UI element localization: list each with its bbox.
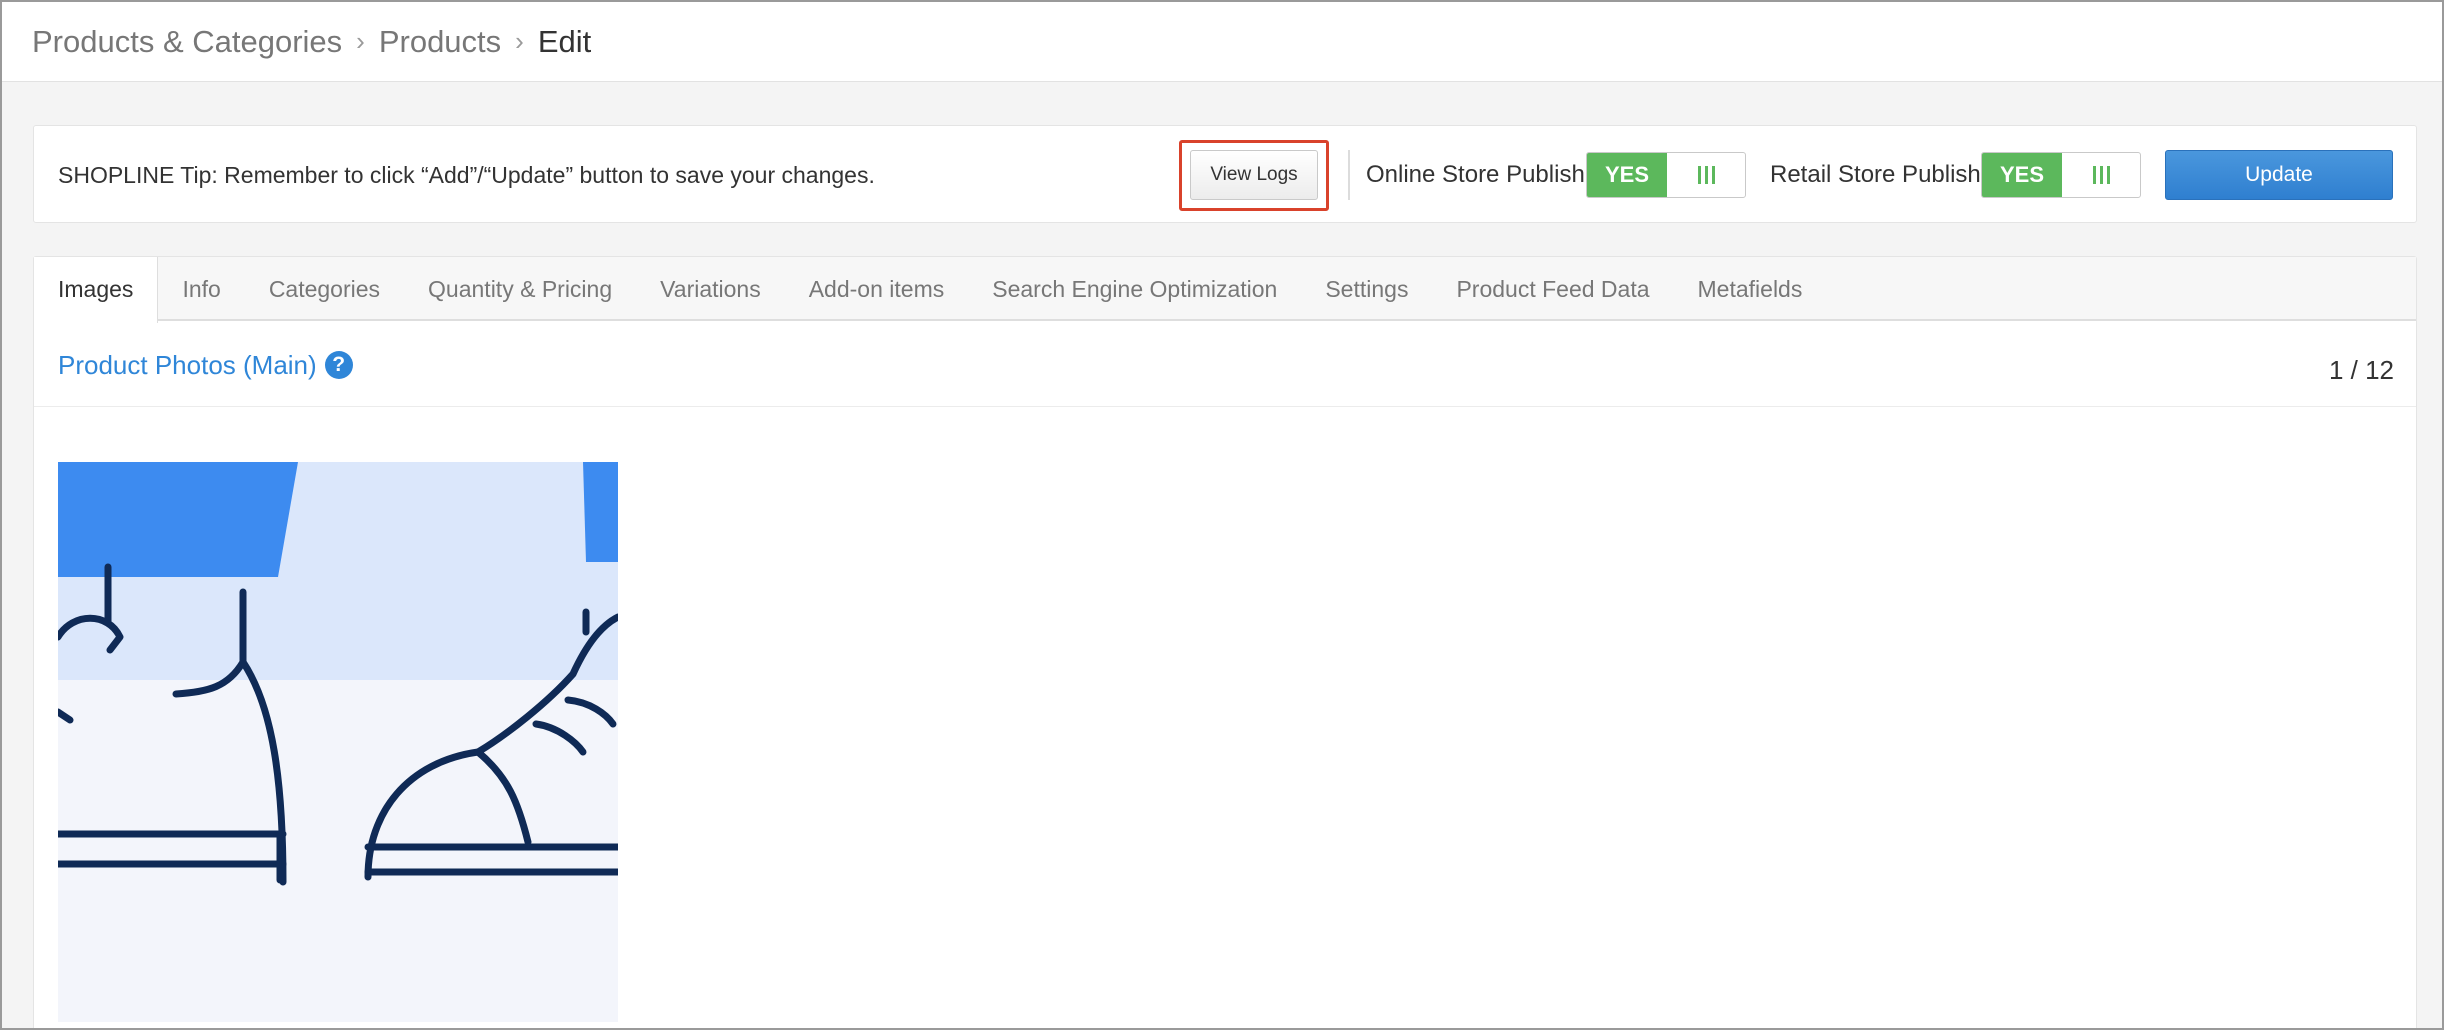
chevron-right-icon: › bbox=[515, 26, 524, 56]
breadcrumb-products[interactable]: Products bbox=[379, 24, 501, 60]
tab-images[interactable]: Images bbox=[34, 257, 159, 323]
grip-bars-icon bbox=[2062, 153, 2140, 197]
photo-count: 1 / 12 bbox=[2328, 355, 2394, 385]
app-window: Products & Categories › Products › Edit … bbox=[0, 0, 2444, 1030]
tab-metafields[interactable]: Metafields bbox=[1674, 257, 1827, 321]
breadcrumb-current: Edit bbox=[537, 23, 592, 59]
tab-bar: Images Info Categories Quantity & Pricin… bbox=[34, 257, 2416, 323]
product-photo[interactable] bbox=[58, 462, 618, 1022]
update-button[interactable]: Update bbox=[2165, 150, 2393, 200]
chevron-right-icon: › bbox=[356, 26, 365, 56]
product-edit-panel: Images Info Categories Quantity & Pricin… bbox=[33, 256, 2417, 1028]
question-circle-icon[interactable]: ? bbox=[324, 351, 353, 379]
tab-quantity-pricing[interactable]: Quantity & Pricing bbox=[404, 257, 636, 321]
grip-bars-icon bbox=[1667, 153, 1745, 197]
tab-product-feed-data[interactable]: Product Feed Data bbox=[1432, 257, 1673, 321]
tab-categories[interactable]: Categories bbox=[245, 257, 404, 321]
retail-store-publish-label: Retail Store Publish bbox=[1770, 161, 1981, 188]
online-store-publish-label: Online Store Publish bbox=[1366, 161, 1585, 188]
breadcrumb: Products & Categories › Products › Edit bbox=[2, 2, 2442, 82]
tab-seo[interactable]: Search Engine Optimization bbox=[968, 257, 1301, 321]
tab-add-on-items[interactable]: Add-on items bbox=[785, 257, 969, 321]
view-logs-button[interactable]: View Logs bbox=[1190, 150, 1318, 200]
section-title: Product Photos (Main) ? bbox=[58, 323, 353, 407]
online-store-publish-toggle[interactable]: YES bbox=[1586, 152, 1746, 198]
retail-store-publish-toggle[interactable]: YES bbox=[1981, 152, 2141, 198]
section-title-text: Product Photos (Main) bbox=[58, 350, 317, 380]
tip-text: SHOPLINE Tip: Remember to click “Add”/“U… bbox=[58, 162, 875, 188]
toggle-yes-state: YES bbox=[1982, 153, 2062, 197]
tab-settings[interactable]: Settings bbox=[1301, 257, 1432, 321]
product-photo-image bbox=[58, 462, 618, 1022]
breadcrumb-products-categories[interactable]: Products & Categories bbox=[32, 24, 342, 60]
tab-variations[interactable]: Variations bbox=[636, 257, 785, 321]
section-header: Product Photos (Main) ? 1 / 12 bbox=[34, 323, 2416, 407]
tab-info[interactable]: Info bbox=[158, 257, 244, 321]
divider bbox=[1348, 150, 1350, 200]
toggle-yes-state: YES bbox=[1587, 153, 1667, 197]
